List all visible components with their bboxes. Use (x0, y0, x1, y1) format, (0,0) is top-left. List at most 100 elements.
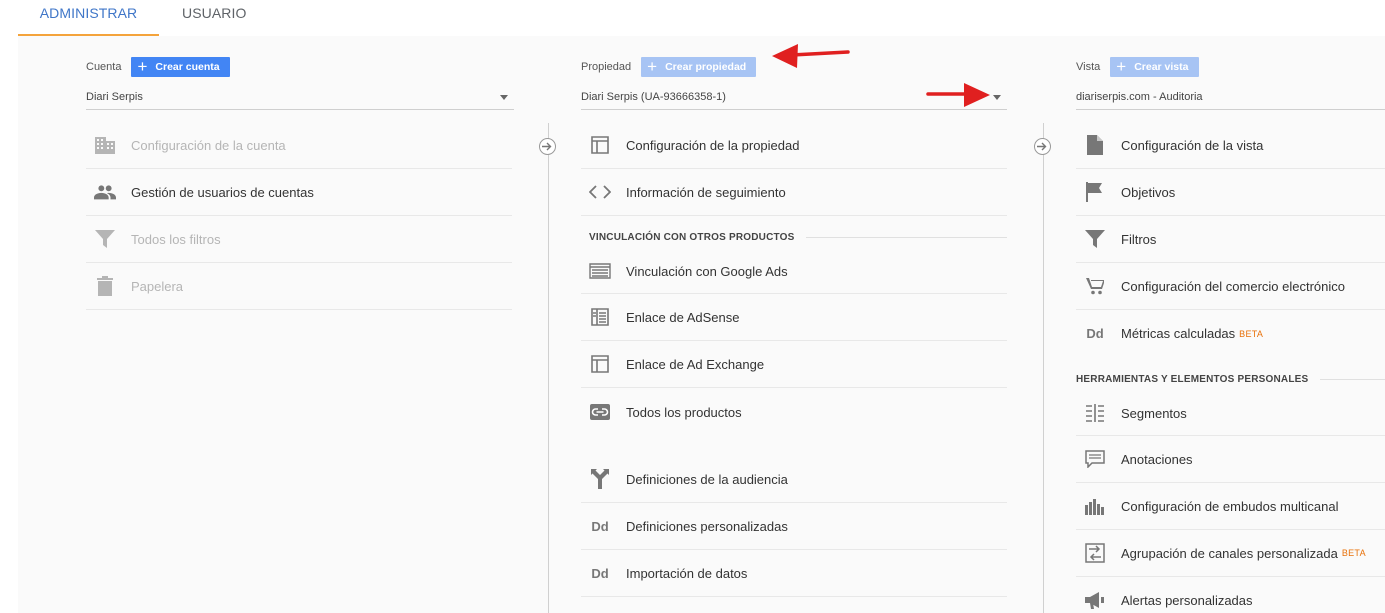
people-icon (94, 181, 116, 203)
ads-icon (589, 260, 611, 282)
plus-icon: + (647, 57, 658, 76)
property-items: Configuración de la propiedad Informació… (581, 122, 1007, 597)
segments-item[interactable]: Segmentos (1076, 391, 1385, 436)
custom-definitions-item[interactable]: Dd Definiciones personalizadas (581, 503, 1007, 550)
tracking-info-item[interactable]: Información de seguimiento (581, 169, 1007, 216)
goals-item[interactable]: Objetivos (1076, 169, 1385, 216)
create-account-label: Crear cuenta (155, 61, 220, 73)
create-property-button[interactable]: + Crear propiedad (641, 57, 757, 77)
account-settings-label: Configuración de la cuenta (131, 137, 286, 153)
link-icon (589, 401, 611, 423)
create-view-label: Crear vista (1134, 61, 1189, 73)
ad-exchange-link-item[interactable]: Enlace de Ad Exchange (581, 341, 1007, 388)
column-divider (1043, 123, 1044, 613)
google-ads-link-label: Vinculación con Google Ads (626, 263, 788, 279)
flag-icon (1084, 181, 1106, 203)
dd-icon: Dd (591, 518, 609, 534)
audience-definitions-label: Definiciones de la audiencia (626, 471, 788, 487)
view-header: Vista + Crear vista (1076, 57, 1199, 77)
all-products-item[interactable]: Todos los productos (581, 388, 1007, 436)
property-label: Propiedad (581, 61, 632, 73)
plus-icon: + (137, 57, 148, 76)
account-header: Cuenta + Crear cuenta (86, 57, 230, 77)
property-selected: Diari Serpis (UA-93666358-1) (581, 91, 726, 103)
view-column: Vista + Crear vista diariserpis.com - Au… (1076, 36, 1385, 613)
google-ads-link-item[interactable]: Vinculación con Google Ads (581, 249, 1007, 294)
create-account-button[interactable]: + Crear cuenta (131, 57, 230, 77)
property-column: Propiedad + Crear propiedad Diari Serpis… (581, 36, 1009, 613)
tab-administrar[interactable]: ADMINISTRAR (18, 0, 159, 36)
trash-label: Papelera (131, 278, 184, 294)
account-items: Configuración de la cuenta Gestión de us… (86, 122, 512, 310)
red-annotation-arrow-icon (772, 44, 850, 68)
tab-usuario[interactable]: USUARIO (182, 0, 247, 36)
arrow-right-circle-icon (1034, 138, 1051, 155)
admin-tab-bar: ADMINISTRAR USUARIO (0, 0, 1385, 36)
adsense-icon (589, 306, 611, 328)
trash-item[interactable]: Papelera (86, 263, 512, 310)
account-settings-item[interactable]: Configuración de la cuenta (86, 122, 512, 169)
window-icon (589, 134, 611, 156)
ecommerce-settings-label: Configuración del comercio electrónico (1121, 278, 1346, 294)
all-products-label: Todos los productos (626, 404, 742, 420)
section-rule (1320, 378, 1385, 380)
personal-tools-section-title: HERRAMIENTAS Y ELEMENTOS PERSONALES (1076, 367, 1385, 391)
data-import-item[interactable]: Dd Importación de datos (581, 550, 1007, 597)
segments-icon (1084, 402, 1106, 424)
audience-definitions-item[interactable]: Definiciones de la audiencia (581, 456, 1007, 503)
view-settings-item[interactable]: Configuración de la vista (1076, 122, 1385, 169)
dd-icon: Dd (1086, 326, 1104, 341)
account-selected: Diari Serpis (86, 91, 143, 103)
calculated-metrics-item[interactable]: Dd Métricas calculadas BETA (1076, 310, 1385, 357)
personal-tools-title-text: HERRAMIENTAS Y ELEMENTOS PERSONALES (1076, 373, 1309, 385)
custom-alerts-label: Alertas personalizadas (1121, 593, 1253, 608)
view-selector[interactable]: diariserpis.com - Auditoria (1076, 90, 1385, 110)
tracking-info-label: Información de seguimiento (626, 184, 786, 200)
section-rule (806, 236, 1007, 238)
goals-label: Objetivos (1121, 184, 1176, 200)
cart-icon (1084, 275, 1106, 297)
annotations-item[interactable]: Anotaciones (1076, 436, 1385, 483)
multichannel-funnels-item[interactable]: Configuración de embudos multicanal (1076, 483, 1385, 530)
channel-group-icon (1084, 542, 1106, 564)
custom-alerts-item[interactable]: Alertas personalizadas (1076, 577, 1385, 613)
beta-badge: BETA (1239, 328, 1264, 339)
bar-chart-icon (1084, 495, 1106, 517)
property-settings-label: Configuración de la propiedad (626, 137, 800, 153)
all-filters-item[interactable]: Todos los filtros (86, 216, 512, 263)
calculated-metrics-label: Métricas calculadas (1121, 326, 1236, 341)
beta-badge: BETA (1341, 548, 1366, 558)
annotations-label: Anotaciones (1121, 451, 1193, 467)
account-users-item[interactable]: Gestión de usuarios de cuentas (86, 169, 512, 216)
dd-icon: Dd (591, 565, 609, 581)
view-filters-item[interactable]: Filtros (1076, 216, 1385, 263)
filter-icon (94, 228, 116, 250)
view-filters-label: Filtros (1121, 231, 1157, 247)
property-header: Propiedad + Crear propiedad (581, 57, 757, 77)
product-linking-title-text: VINCULACIÓN CON OTROS PRODUCTOS (589, 231, 795, 243)
channel-grouping-item[interactable]: Agrupación de canales personalizada BETA (1076, 530, 1385, 577)
account-selector[interactable]: Diari Serpis (86, 90, 514, 110)
view-items: Configuración de la vista Objetivos Filt… (1076, 122, 1385, 613)
data-import-label: Importación de datos (626, 565, 748, 581)
account-users-label: Gestión de usuarios de cuentas (131, 184, 314, 200)
adsense-link-item[interactable]: Enlace de AdSense (581, 294, 1007, 341)
column-divider (548, 123, 549, 613)
create-view-button[interactable]: + Crear vista (1110, 57, 1199, 77)
red-annotation-arrow-icon (926, 83, 990, 107)
annotation-icon (1084, 448, 1106, 470)
view-selected: diariserpis.com - Auditoria (1076, 91, 1203, 103)
dropdown-caret-icon (500, 95, 508, 100)
ad-exchange-link-label: Enlace de Ad Exchange (626, 356, 765, 372)
trash-icon (94, 275, 116, 297)
filter-icon (1084, 228, 1106, 250)
ecommerce-settings-item[interactable]: Configuración del comercio electrónico (1076, 263, 1385, 310)
dropdown-caret-icon (993, 95, 1001, 100)
segments-label: Segmentos (1121, 405, 1187, 421)
view-settings-label: Configuración de la vista (1121, 137, 1264, 153)
arrow-right-circle-icon (539, 138, 556, 155)
property-settings-item[interactable]: Configuración de la propiedad (581, 122, 1007, 169)
megaphone-icon (1084, 590, 1106, 612)
all-filters-label: Todos los filtros (131, 231, 221, 247)
